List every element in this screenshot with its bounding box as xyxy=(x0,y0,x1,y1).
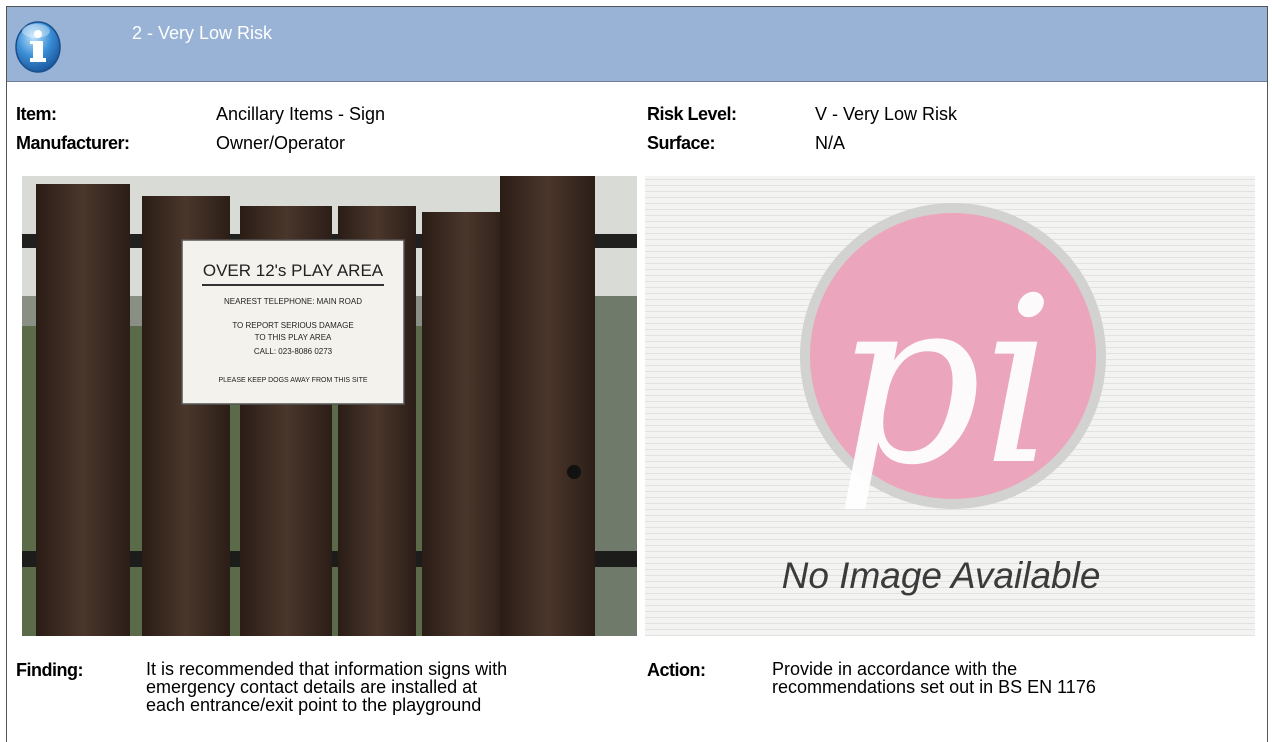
report-card: 2 - Very Low Risk Item: Ancillary Items … xyxy=(6,6,1268,742)
risk-level-value: V - Very Low Risk xyxy=(815,104,958,124)
finding-line-1: It is recommended that information signs… xyxy=(146,659,508,679)
sign-line-3: TO THIS PLAY AREA xyxy=(255,333,332,342)
placeholder-caption: No Image Available xyxy=(782,555,1101,596)
manufacturer-label: Manufacturer: xyxy=(16,133,130,153)
action-text: Provide in accordance with the recommend… xyxy=(772,660,1096,696)
manufacturer-value: Owner/Operator xyxy=(216,133,346,153)
finding-line-2: emergency contact details are installed … xyxy=(146,677,478,697)
placeholder-logo-text: pi xyxy=(835,249,1056,516)
action-line-1: Provide in accordance with the xyxy=(772,659,1018,679)
action-line-2: recommendations set out in BS EN 1176 xyxy=(772,677,1096,697)
finding-line-3: each entrance/exit point to the playgrou… xyxy=(146,695,482,715)
risk-title: 2 - Very Low Risk xyxy=(132,23,273,43)
item-label: Item: xyxy=(16,104,57,124)
info-icon xyxy=(15,21,61,73)
inspection-photo: OVER 12's PLAY AREA NEAREST TELEPHONE: M… xyxy=(22,176,637,636)
sign-title: OVER 12's PLAY AREA xyxy=(203,261,384,280)
sign-line-1: NEAREST TELEPHONE: MAIN ROAD xyxy=(224,297,362,306)
finding-text: It is recommended that information signs… xyxy=(146,660,507,714)
risk-header: 2 - Very Low Risk xyxy=(7,7,1267,82)
finding-label: Finding: xyxy=(16,660,83,680)
surface-label: Surface: xyxy=(647,133,716,153)
sign-line-2: TO REPORT SERIOUS DAMAGE xyxy=(232,321,353,330)
sign-line-4: CALL: 023-8086 0273 xyxy=(254,347,333,356)
sign-line-5: PLEASE KEEP DOGS AWAY FROM THIS SITE xyxy=(218,377,367,384)
risk-level-label: Risk Level: xyxy=(647,104,737,124)
placeholder-graphic: pi No Image Available xyxy=(645,176,1255,636)
no-image-placeholder: pi No Image Available xyxy=(645,176,1255,636)
fence-sign-photo: OVER 12's PLAY AREA NEAREST TELEPHONE: M… xyxy=(22,176,637,636)
surface-value: N/A xyxy=(815,133,846,153)
item-value: Ancillary Items - Sign xyxy=(216,104,386,124)
action-label: Action: xyxy=(647,660,706,680)
